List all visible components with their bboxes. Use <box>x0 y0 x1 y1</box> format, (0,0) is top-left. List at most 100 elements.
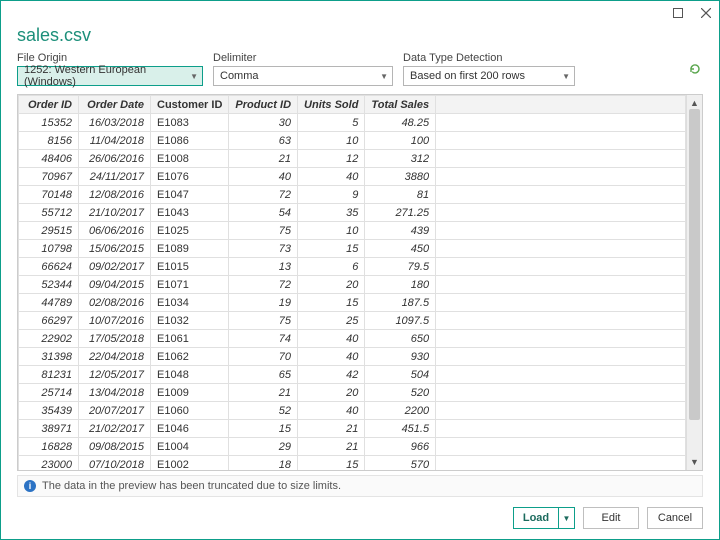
table-row[interactable]: 8123112/05/2017E10486542504 <box>19 366 686 384</box>
cell: 25714 <box>19 384 79 402</box>
cell-spacer <box>436 240 686 258</box>
col-header[interactable]: Units Sold <box>298 96 365 114</box>
cell: 9 <box>298 186 365 204</box>
cell: 12/08/2016 <box>79 186 151 204</box>
maximize-icon[interactable] <box>671 6 685 20</box>
col-header[interactable]: Customer ID <box>151 96 229 114</box>
table-row[interactable]: 3897121/02/2017E10461521451.5 <box>19 420 686 438</box>
cell: E1089 <box>151 240 229 258</box>
cell: 63 <box>229 132 298 150</box>
table-row[interactable]: 5234409/04/2015E10717220180 <box>19 276 686 294</box>
cell: 75 <box>229 312 298 330</box>
table-row[interactable]: 6662409/02/2017E101513679.5 <box>19 258 686 276</box>
table-row[interactable]: 4478902/08/2016E10341915187.5 <box>19 294 686 312</box>
cell: 100 <box>365 132 436 150</box>
cell: 35 <box>298 204 365 222</box>
cell-spacer <box>436 186 686 204</box>
cell: 81231 <box>19 366 79 384</box>
cell: 38971 <box>19 420 79 438</box>
table-row[interactable]: 5571221/10/2017E10435435271.25 <box>19 204 686 222</box>
cell: 52 <box>229 402 298 420</box>
cell: 31398 <box>19 348 79 366</box>
file-origin-dropdown[interactable]: 1252: Western European (Windows) ▼ <box>17 66 203 86</box>
cell: E1002 <box>151 456 229 471</box>
delimiter-dropdown[interactable]: Comma ▼ <box>213 66 393 86</box>
cell: E1083 <box>151 114 229 132</box>
table-row[interactable]: 2951506/06/2016E10257510439 <box>19 222 686 240</box>
cell: 23000 <box>19 456 79 471</box>
col-header[interactable]: Order Date <box>79 96 151 114</box>
cell: E1046 <box>151 420 229 438</box>
cell: 570 <box>365 456 436 471</box>
cell: 22902 <box>19 330 79 348</box>
table-row[interactable]: 6629710/07/2016E103275251097.5 <box>19 312 686 330</box>
cell: 81 <box>365 186 436 204</box>
table-row[interactable]: 1535216/03/2018E108330548.25 <box>19 114 686 132</box>
cell: E1062 <box>151 348 229 366</box>
cell: 3880 <box>365 168 436 186</box>
table-row[interactable]: 2290217/05/2018E10617440650 <box>19 330 686 348</box>
cell: 30 <box>229 114 298 132</box>
cell: 18 <box>229 456 298 471</box>
cell: 54 <box>229 204 298 222</box>
cell-spacer <box>436 384 686 402</box>
cell-spacer <box>436 276 686 294</box>
datatype-value: Based on first 200 rows <box>410 70 525 82</box>
table-row[interactable]: 3543920/07/2017E106052402200 <box>19 402 686 420</box>
cell: 52344 <box>19 276 79 294</box>
cell-spacer <box>436 150 686 168</box>
cell: 180 <box>365 276 436 294</box>
cell: 15 <box>298 240 365 258</box>
cell: 70 <box>229 348 298 366</box>
cancel-button[interactable]: Cancel <box>647 507 703 529</box>
table-row[interactable]: 4840626/06/2016E10082112312 <box>19 150 686 168</box>
col-header[interactable]: Order ID <box>19 96 79 114</box>
cell: 35439 <box>19 402 79 420</box>
cell: 22/04/2018 <box>79 348 151 366</box>
preview-table: Order ID Order Date Customer ID Product … <box>18 95 686 470</box>
table-row[interactable]: 3139822/04/2018E10627040930 <box>19 348 686 366</box>
load-dropdown-button[interactable]: ▼ <box>559 507 575 529</box>
table-row[interactable]: 7014812/08/2016E104772981 <box>19 186 686 204</box>
cell: E1043 <box>151 204 229 222</box>
table-row[interactable]: 1682809/08/2015E10042921966 <box>19 438 686 456</box>
refresh-icon[interactable] <box>687 61 703 77</box>
dialog-footer: Load ▼ Edit Cancel <box>1 497 719 539</box>
cell: E1076 <box>151 168 229 186</box>
cell: 66624 <box>19 258 79 276</box>
cell: E1060 <box>151 402 229 420</box>
cell: 24/11/2017 <box>79 168 151 186</box>
cell: 10/07/2016 <box>79 312 151 330</box>
cell-spacer <box>436 366 686 384</box>
vertical-scrollbar[interactable]: ▲ ▼ <box>686 95 702 470</box>
cell: 06/06/2016 <box>79 222 151 240</box>
cell: 65 <box>229 366 298 384</box>
cell: 55712 <box>19 204 79 222</box>
col-header[interactable]: Total Sales <box>365 96 436 114</box>
cell: 11/04/2018 <box>79 132 151 150</box>
cell: 1097.5 <box>365 312 436 330</box>
close-icon[interactable] <box>699 6 713 20</box>
cell: 930 <box>365 348 436 366</box>
cell-spacer <box>436 330 686 348</box>
scroll-down-icon[interactable]: ▼ <box>690 457 699 467</box>
scroll-thumb[interactable] <box>689 109 700 420</box>
preview-table-container: Order ID Order Date Customer ID Product … <box>17 94 703 471</box>
cell: 07/10/2018 <box>79 456 151 471</box>
table-row[interactable]: 815611/04/2018E10866310100 <box>19 132 686 150</box>
table-row[interactable]: 2300007/10/2018E10021815570 <box>19 456 686 471</box>
datatype-label: Data Type Detection <box>403 52 575 64</box>
edit-button[interactable]: Edit <box>583 507 639 529</box>
table-row[interactable]: 2571413/04/2018E10092120520 <box>19 384 686 402</box>
cell: 6 <box>298 258 365 276</box>
cell: 20/07/2017 <box>79 402 151 420</box>
scroll-up-icon[interactable]: ▲ <box>690 98 699 108</box>
load-button[interactable]: Load <box>513 507 559 529</box>
datatype-dropdown[interactable]: Based on first 200 rows ▼ <box>403 66 575 86</box>
load-split-button: Load ▼ <box>513 507 575 529</box>
table-row[interactable]: 7096724/11/2017E107640403880 <box>19 168 686 186</box>
table-row[interactable]: 1079815/06/2015E10897315450 <box>19 240 686 258</box>
cell-spacer <box>436 222 686 240</box>
cell-spacer <box>436 312 686 330</box>
col-header[interactable]: Product ID <box>229 96 298 114</box>
